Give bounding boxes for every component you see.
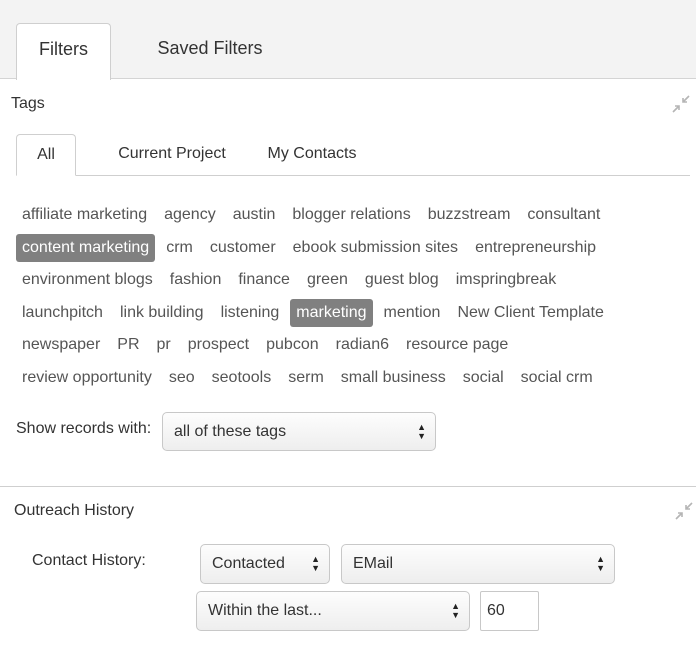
top-tab-bar: Filters Saved Filters xyxy=(0,0,696,80)
tag-item[interactable]: fashion xyxy=(164,266,228,294)
tag-cloud: affiliate marketing agency austin blogger r… xyxy=(16,201,686,397)
tag-item[interactable]: marketing xyxy=(290,298,373,327)
tab-all[interactable]: All xyxy=(16,134,76,176)
contact-status-value: Contacted xyxy=(212,555,285,572)
days-input[interactable]: 60 xyxy=(480,591,539,631)
up-down-arrows-icon: ▲ ▼ xyxy=(417,421,426,441)
tag-item[interactable]: entrepreneurship xyxy=(469,234,602,262)
tag-item[interactable]: guest blog xyxy=(359,266,445,294)
tab-current-project[interactable]: Current Project xyxy=(100,134,244,176)
tag-item[interactable]: resource page xyxy=(400,331,514,359)
up-down-arrows-icon: ▲ ▼ xyxy=(451,601,460,620)
tag-row: newspaper PR pr prospect pubcon radian6 resour… xyxy=(16,331,686,364)
tab-my-contacts[interactable]: My Contacts xyxy=(256,134,368,176)
tag-item[interactable]: PR xyxy=(111,331,145,359)
show-records-select[interactable]: all of these tags ▲ ▼ xyxy=(162,412,436,451)
time-period-select[interactable]: Within the last... ▲ ▼ xyxy=(196,591,470,631)
tag-item[interactable]: review opportunity xyxy=(16,364,158,392)
contact-history-label: Contact History: xyxy=(32,552,146,569)
tag-item[interactable]: radian6 xyxy=(330,331,395,359)
tag-item[interactable]: pr xyxy=(151,331,177,359)
tag-item[interactable]: buzzstream xyxy=(422,201,517,229)
up-down-arrows-icon: ▲ ▼ xyxy=(311,554,320,573)
show-records-label: Show records with: xyxy=(16,420,152,437)
tag-row: content marketing crm customer ebook submis… xyxy=(16,233,686,267)
tag-item[interactable]: content marketing xyxy=(16,233,156,262)
tag-row: affiliate marketing agency austin blogger r… xyxy=(16,201,686,234)
tag-item[interactable]: consultant xyxy=(521,201,606,229)
tag-item[interactable]: agency xyxy=(158,201,222,229)
outreach-panel-title: Outreach History xyxy=(14,502,135,519)
tag-item[interactable]: seo xyxy=(163,364,201,392)
tag-item[interactable]: New Client Template xyxy=(451,299,609,327)
tag-item[interactable]: listening xyxy=(215,299,286,327)
tag-item[interactable]: customer xyxy=(204,234,282,262)
tag-item[interactable]: blogger relations xyxy=(286,201,416,229)
contact-channel-value: EMail xyxy=(353,555,394,572)
tag-item[interactable]: seotools xyxy=(206,364,278,392)
tag-item[interactable]: link building xyxy=(114,299,210,327)
collapse-icon[interactable] xyxy=(672,95,690,113)
tab-filters[interactable]: Filters xyxy=(16,23,111,80)
tag-item[interactable]: social crm xyxy=(515,364,599,392)
tags-panel-title: Tags xyxy=(11,95,45,112)
time-period-value: Within the last... xyxy=(208,602,322,619)
collapse-icon[interactable] xyxy=(675,502,693,520)
tag-item[interactable]: launchpitch xyxy=(16,299,109,327)
tag-item[interactable]: imspringbreak xyxy=(450,266,562,294)
tag-item[interactable]: austin xyxy=(227,201,282,229)
tag-item[interactable]: serm xyxy=(282,364,330,392)
tab-saved-filters[interactable]: Saved Filters xyxy=(140,23,280,80)
tag-row: environment blogs fashion finance green gues… xyxy=(16,266,686,299)
up-down-arrows-icon: ▲ ▼ xyxy=(596,554,605,573)
tag-item[interactable]: affiliate marketing xyxy=(16,201,153,229)
tag-item[interactable]: environment blogs xyxy=(16,266,159,294)
tag-item[interactable]: mention xyxy=(378,299,447,327)
tag-item[interactable]: small business xyxy=(335,364,452,392)
contact-status-select[interactable]: Contacted ▲ ▼ xyxy=(200,544,330,584)
tag-item[interactable]: finance xyxy=(232,266,296,294)
tag-item[interactable]: green xyxy=(301,266,354,294)
tag-item[interactable]: social xyxy=(457,364,510,392)
tag-item[interactable]: pubcon xyxy=(260,331,325,359)
tag-item[interactable]: ebook submission sites xyxy=(287,234,464,262)
tag-item[interactable]: prospect xyxy=(182,331,255,359)
tag-item[interactable]: newspaper xyxy=(16,331,106,359)
contact-channel-select[interactable]: EMail ▲ ▼ xyxy=(341,544,615,584)
panel-divider xyxy=(0,486,696,487)
tag-item[interactable]: crm xyxy=(160,234,199,262)
tag-row: review opportunity seo seotools serm small b… xyxy=(16,364,686,397)
show-records-value: all of these tags xyxy=(174,423,287,440)
tags-tab-bar: All Current Project My Contacts xyxy=(16,134,690,176)
tag-row: launchpitch link building listening marketi… xyxy=(16,298,686,332)
